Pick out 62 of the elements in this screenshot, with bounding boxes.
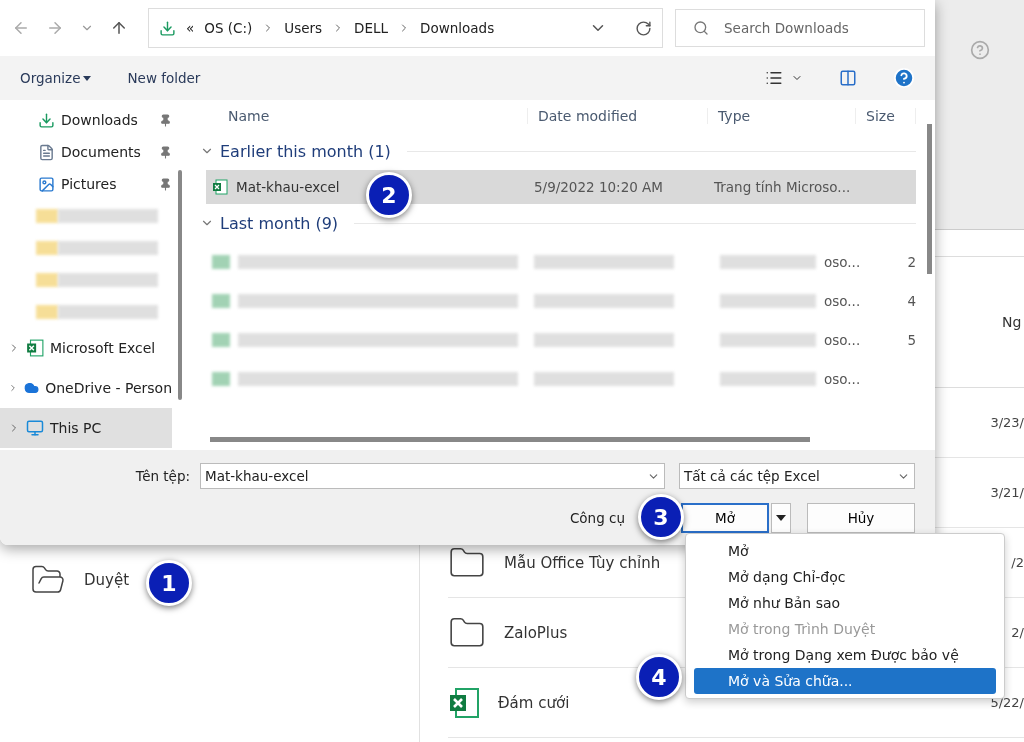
recent-item-date: 3/21/ bbox=[990, 485, 1024, 500]
preview-pane-icon[interactable] bbox=[839, 69, 857, 87]
search-field[interactable]: Search Downloads bbox=[675, 9, 925, 47]
spreadsheet-icon bbox=[26, 339, 44, 357]
pin-icon bbox=[159, 113, 172, 127]
organize-menu-button[interactable]: Organize bbox=[20, 70, 92, 86]
sidebar-item[interactable]: This PC bbox=[0, 408, 172, 448]
refresh-icon[interactable] bbox=[635, 19, 652, 37]
column-header[interactable]: Type bbox=[708, 108, 856, 124]
spreadsheet-icon bbox=[212, 179, 228, 195]
monitor-icon bbox=[26, 419, 44, 437]
sidebar-item[interactable]: Downloads bbox=[0, 104, 172, 136]
filename-label: Tên tệp: bbox=[135, 468, 190, 484]
pin-icon bbox=[159, 145, 172, 159]
browse-label[interactable]: Duyệt bbox=[84, 571, 130, 589]
arrow-right-icon bbox=[46, 19, 64, 37]
menu-item[interactable]: Mở và Sửa chữa... bbox=[694, 668, 996, 694]
new-folder-button[interactable]: New folder bbox=[127, 70, 201, 86]
column-header[interactable]: Name bbox=[188, 108, 528, 124]
overflow-chevron[interactable]: « bbox=[186, 20, 195, 36]
sidebar-item[interactable]: Documents bbox=[0, 136, 172, 168]
download-icon bbox=[159, 19, 176, 37]
menu-item[interactable]: Mở như Bản sao bbox=[694, 590, 996, 616]
recent-item-date: 3/23/ bbox=[990, 415, 1024, 430]
menu-item[interactable]: Mở bbox=[694, 538, 996, 564]
open-options-button[interactable] bbox=[771, 503, 791, 533]
open-button[interactable]: Mở bbox=[681, 503, 769, 533]
column-header[interactable]: Size bbox=[856, 108, 916, 124]
sidebar-item[interactable]: Microsoft Excel bbox=[0, 328, 172, 368]
column-header: Ng bbox=[1002, 314, 1023, 330]
download-icon bbox=[38, 111, 55, 129]
blurred-file-row[interactable]: oso... bbox=[206, 359, 916, 398]
file-type-dropdown[interactable]: Tất cả các tệp Excel bbox=[679, 463, 915, 489]
breadcrumb[interactable]: DELL bbox=[354, 20, 389, 36]
pin-icon bbox=[159, 177, 172, 191]
blurred-file-row[interactable]: oso... 4 bbox=[206, 281, 916, 320]
group-header[interactable]: Last month (9) bbox=[220, 213, 339, 233]
recent-item-date: /2 bbox=[1011, 555, 1024, 570]
view-list-icon[interactable] bbox=[765, 69, 783, 87]
breadcrumb[interactable]: Downloads bbox=[420, 20, 495, 36]
sidebar-item[interactable]: Pictures bbox=[0, 168, 172, 200]
address-bar[interactable]: « OS (C:) Users DELL Downloads bbox=[148, 8, 663, 48]
step-badge: 4 bbox=[636, 654, 682, 700]
blurred-file-row[interactable]: oso... 5 bbox=[206, 320, 916, 359]
caret-icon bbox=[776, 515, 786, 521]
blurred-file-row[interactable]: oso... 2 bbox=[206, 242, 916, 281]
breadcrumb[interactable]: OS (C:) bbox=[204, 20, 253, 36]
menu-item[interactable]: Mở trong Dạng xem Được bảo vệ bbox=[694, 642, 996, 668]
tools-label[interactable]: Công cụ bbox=[569, 510, 625, 526]
column-header[interactable]: Date modified bbox=[528, 108, 708, 124]
picture-icon bbox=[38, 175, 55, 193]
document-icon bbox=[38, 143, 55, 161]
group-header[interactable]: Earlier this month (1) bbox=[220, 141, 391, 161]
cancel-button[interactable]: Hủy bbox=[807, 503, 915, 533]
menu-item[interactable]: Mở dạng Chỉ-đọc bbox=[694, 564, 996, 590]
spreadsheet-icon bbox=[448, 686, 480, 719]
breadcrumb[interactable]: Users bbox=[284, 20, 323, 36]
step-badge: 1 bbox=[146, 560, 192, 606]
sidebar-item[interactable]: OneDrive - Person bbox=[0, 368, 172, 408]
recent-item-date: 2/ bbox=[1011, 625, 1024, 640]
caret-icon bbox=[83, 75, 92, 81]
filename-field[interactable]: Mat-khau-excel bbox=[200, 463, 665, 489]
